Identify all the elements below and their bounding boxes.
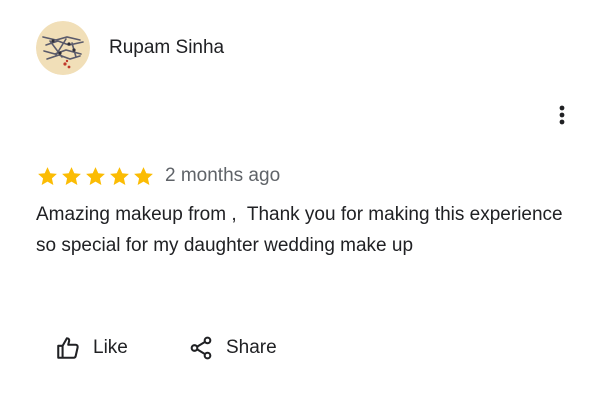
more-options-button[interactable] [550,101,574,129]
rating-row: 2 months ago [36,163,280,189]
share-icon [190,336,212,360]
review-time: 2 months ago [165,165,281,186]
like-button[interactable]: Like [55,333,128,363]
like-label: Like [93,337,128,358]
star-rating [36,165,155,188]
review-text: Amazing makeup from , Thank you for maki… [36,204,568,256]
thumb-up-icon [57,337,79,359]
star-icon [38,166,57,185]
avatar[interactable] [36,21,90,75]
profile-photo-avatar [36,21,90,75]
star-icon [62,166,81,185]
more-vert-icon [559,105,565,125]
star-icon [134,166,153,185]
star-icon [86,166,105,185]
star-icon [110,166,129,185]
share-label: Share [226,337,277,358]
share-button[interactable]: Share [188,333,277,363]
author-name[interactable]: Rupam Sinha [109,36,224,60]
